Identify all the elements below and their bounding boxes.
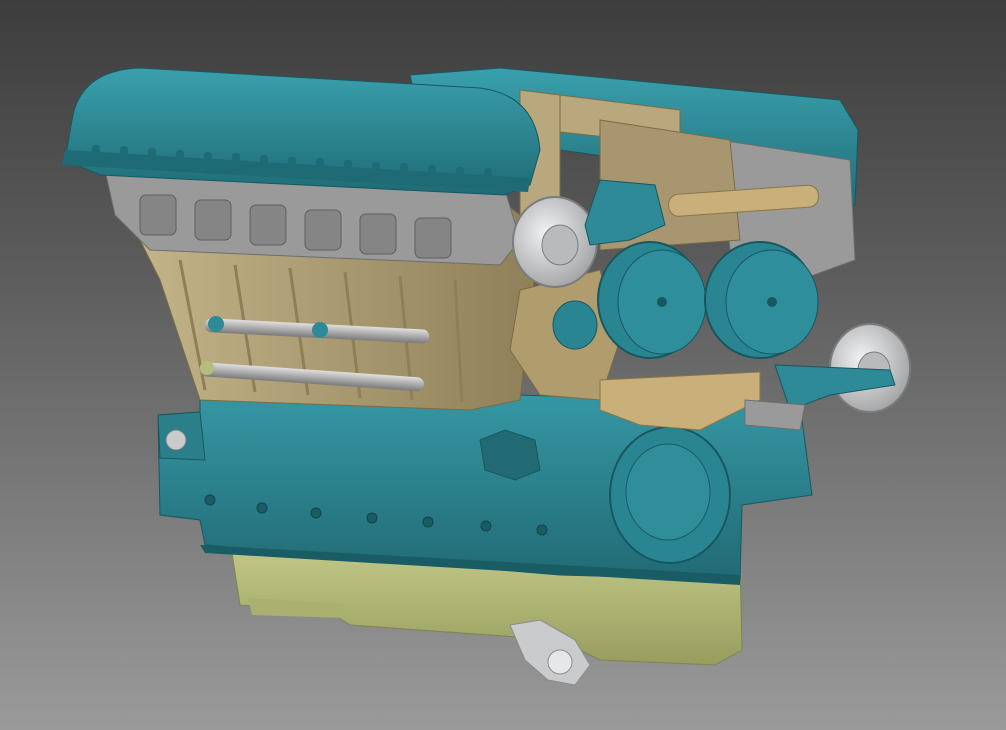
rocker-cover-left-icon[interactable] (62, 67, 541, 196)
engine-model[interactable] (0, 0, 1006, 730)
flywheel-cover-icon[interactable] (609, 426, 731, 564)
3d-model-viewport[interactable] (0, 0, 1006, 730)
